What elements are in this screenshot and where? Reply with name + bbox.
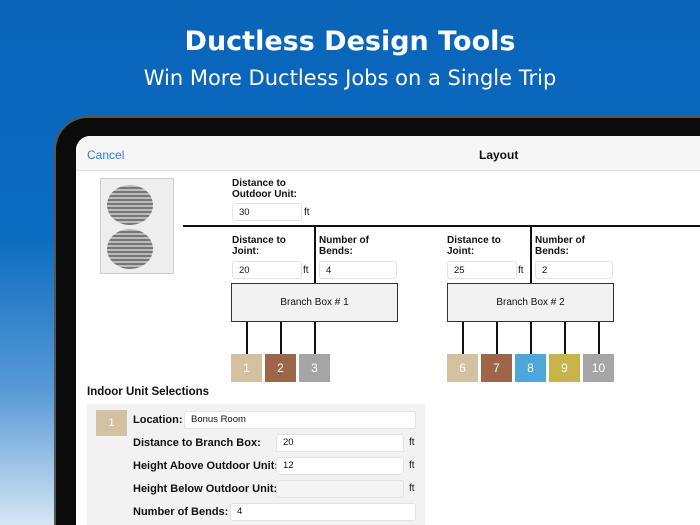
refrigerant-line xyxy=(496,322,498,354)
section-heading: Indoor Unit Selections xyxy=(87,386,210,398)
indoor-unit-2[interactable]: 2 xyxy=(265,354,296,382)
joint-distance-label: Distance to Joint: xyxy=(232,235,286,257)
outdoor-distance-input[interactable]: 30 xyxy=(232,203,302,221)
unit-label: ft xyxy=(409,460,415,471)
refrigerant-line xyxy=(598,322,600,354)
refrigerant-line xyxy=(183,225,700,227)
height-below-label: Height Below Outdoor Unit: xyxy=(133,483,278,495)
outdoor-unit-image xyxy=(100,178,174,274)
refrigerant-line xyxy=(564,322,566,354)
distance-label: Distance to Branch Box: xyxy=(133,437,261,449)
bends-input[interactable]: 4 xyxy=(230,503,416,521)
indoor-unit-6[interactable]: 6 xyxy=(447,354,478,382)
refrigerant-line xyxy=(462,322,464,354)
bends-label: Number of Bends: xyxy=(133,506,229,518)
indoor-unit-8[interactable]: 8 xyxy=(515,354,546,382)
joint-distance-input[interactable]: 25 xyxy=(447,261,517,279)
banner-title: Ductless Design Tools xyxy=(184,26,516,57)
indoor-unit-badge: 1 xyxy=(96,410,127,436)
joint-distance-label: Distance to Joint: xyxy=(447,235,501,257)
bends-label: Number of Bends: xyxy=(319,235,369,257)
refrigerant-line xyxy=(530,225,532,283)
indoor-unit-7[interactable]: 7 xyxy=(481,354,512,382)
page-title: Layout xyxy=(479,148,519,162)
unit-label: ft xyxy=(409,483,415,494)
refrigerant-line xyxy=(246,322,248,354)
location-label: Location: xyxy=(133,414,183,426)
fan-icon xyxy=(107,229,153,269)
location-input[interactable]: Bonus Room xyxy=(184,411,416,429)
indoor-unit-panel: 1 Location: Bonus Room Distance to Branc… xyxy=(87,404,425,525)
joint-distance-input[interactable]: 20 xyxy=(232,261,302,279)
bends-label: Number of Bends: xyxy=(535,235,585,257)
indoor-unit-10[interactable]: 10 xyxy=(583,354,614,382)
cancel-button[interactable]: Cancel xyxy=(87,148,124,162)
height-above-label: Height Above Outdoor Unit: xyxy=(133,460,279,472)
refrigerant-line xyxy=(530,322,532,354)
indoor-unit-9[interactable]: 9 xyxy=(549,354,580,382)
bends-input[interactable]: 2 xyxy=(535,261,613,279)
banner-subtitle: Win More Ductless Jobs on a Single Trip xyxy=(143,66,557,90)
branch-box-1[interactable]: Branch Box # 1 xyxy=(231,283,398,322)
outdoor-distance-label: Distance to Outdoor Unit: xyxy=(232,178,297,200)
tablet-screen: Cancel Layout Distance to Outdoor Unit: … xyxy=(76,136,700,525)
unit-label: ft xyxy=(518,265,524,276)
refrigerant-line xyxy=(314,322,316,354)
unit-label: ft xyxy=(409,437,415,448)
nav-bar: Cancel Layout xyxy=(76,136,700,171)
refrigerant-line xyxy=(314,225,316,283)
height-above-input[interactable]: 12 xyxy=(276,457,404,475)
fan-icon xyxy=(107,185,153,225)
indoor-unit-3[interactable]: 3 xyxy=(299,354,330,382)
indoor-unit-1[interactable]: 1 xyxy=(231,354,262,382)
distance-input[interactable]: 20 xyxy=(276,434,404,452)
height-below-input[interactable] xyxy=(276,480,404,498)
unit-label: ft xyxy=(303,265,309,276)
refrigerant-line xyxy=(280,322,282,354)
branch-box-2[interactable]: Branch Box # 2 xyxy=(447,283,614,322)
bends-input[interactable]: 4 xyxy=(319,261,397,279)
unit-label: ft xyxy=(304,207,310,218)
